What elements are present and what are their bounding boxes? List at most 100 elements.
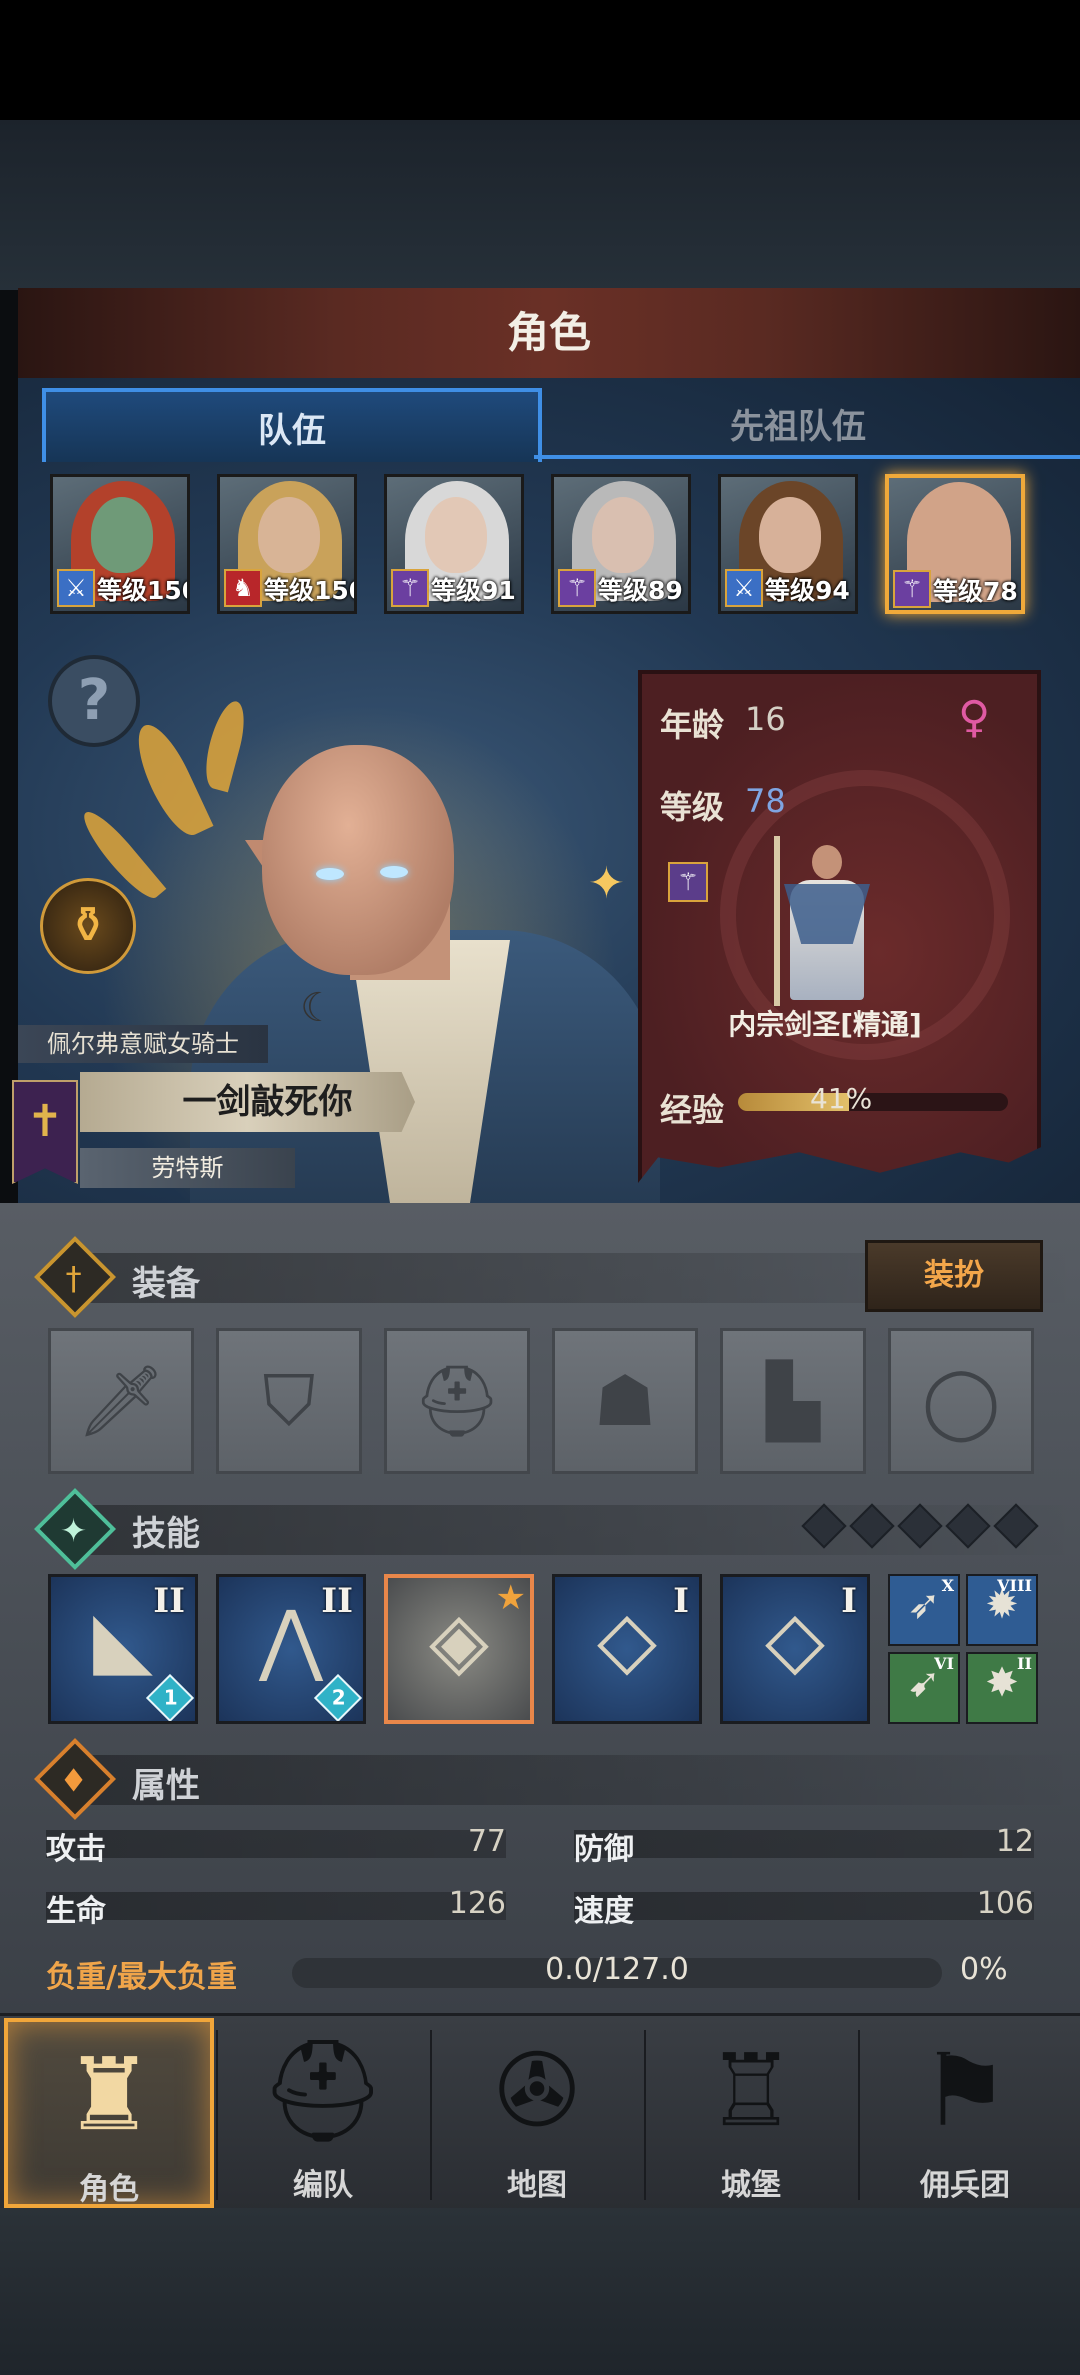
- passive-skill-1[interactable]: ➶ X: [888, 1574, 960, 1646]
- armor-icon: ☗: [593, 1360, 657, 1442]
- knight-spear: [774, 836, 780, 1006]
- compass-icon: ✇: [495, 2032, 579, 2149]
- passive-skill-2[interactable]: ✹ VIII: [966, 1574, 1038, 1646]
- female-icon: ♀: [958, 692, 991, 743]
- skill-slot-2[interactable]: ⋀ II 2: [216, 1574, 366, 1724]
- passive-skill-3[interactable]: ➹ VI: [888, 1652, 960, 1724]
- tab-underline: [534, 455, 1080, 459]
- skill-badge-number: 1: [163, 1685, 178, 1710]
- passive-skill-4[interactable]: ✸ II: [966, 1652, 1038, 1724]
- nav-castle[interactable]: ♖ 城堡: [646, 2018, 856, 2208]
- team-portrait-3[interactable]: ⚚ 等级91: [384, 474, 524, 614]
- equip-slot-shield[interactable]: ⛉: [216, 1328, 362, 1474]
- nav-character[interactable]: ♜ 角色: [4, 2018, 214, 2208]
- nav-map[interactable]: ✇ 地图: [432, 2018, 642, 2208]
- hero-sub-name: 劳特斯: [80, 1148, 295, 1188]
- stat-health-label: 生命: [46, 1894, 106, 1929]
- portrait-face: [258, 497, 320, 573]
- nav-label: 角色: [79, 2172, 139, 2207]
- star-icon: ★: [495, 1578, 526, 1618]
- exp-label: 经验: [660, 1091, 725, 1129]
- portrait-face: [91, 497, 153, 573]
- status-bar-area: [0, 0, 1080, 120]
- skill-slot-4[interactable]: ◇ I: [552, 1574, 702, 1724]
- tab-team[interactable]: 队伍: [42, 388, 542, 462]
- helmet-icon: ⛑: [259, 2032, 387, 2149]
- stat-speed-value: 106: [976, 1886, 1034, 1921]
- team-portrait-1[interactable]: ⚔ 等级150: [50, 474, 190, 614]
- age-value: 16: [745, 700, 786, 738]
- sword-icon: ⚔: [57, 569, 95, 607]
- hero-head: [262, 745, 454, 975]
- portrait-level: 等级150: [97, 576, 190, 605]
- hero-name: 一剑敲死你: [182, 1082, 353, 1122]
- team-portrait-6-selected[interactable]: ⚚ 等级78: [885, 474, 1025, 614]
- portrait-level: 等级150: [264, 576, 357, 605]
- upper-background: [0, 120, 1080, 290]
- skill-slot-3-selected[interactable]: ◈ ★: [384, 1574, 534, 1724]
- potion-button[interactable]: ⚱: [40, 878, 136, 974]
- nav-label: 编队: [293, 2168, 353, 2203]
- stat-defense-value: 12: [995, 1824, 1034, 1859]
- portrait-face: [759, 497, 821, 573]
- knight-icon: ♜: [64, 2036, 154, 2153]
- nav-label: 佣兵团: [920, 2168, 1010, 2203]
- portrait-level: 等级94: [765, 576, 850, 605]
- equipment-title: 装备: [132, 1264, 200, 1304]
- sword-icon: ⚔: [725, 569, 763, 607]
- exp-percent: 41%: [810, 1082, 873, 1115]
- stat-defense-label: 防御: [574, 1832, 634, 1867]
- skill-rank: I: [841, 1581, 857, 1621]
- skill-slot-5[interactable]: ◇ I: [720, 1574, 870, 1724]
- skill-rank: II: [153, 1581, 185, 1621]
- staff-icon: ⚚: [391, 569, 429, 607]
- sword-icon: 🗡: [76, 1360, 166, 1442]
- load-value: 0.0/127.0: [545, 1952, 689, 1987]
- ring-icon: ◯: [921, 1360, 1001, 1442]
- skill-rank: I: [673, 1581, 689, 1621]
- staff-icon: ⚚: [558, 569, 596, 607]
- skill-slot-1[interactable]: ◣ II 1: [48, 1574, 198, 1724]
- helmet-icon: ⛑: [412, 1360, 502, 1442]
- page-title: 角色: [506, 308, 591, 357]
- nav-label: 城堡: [721, 2168, 781, 2203]
- equip-slot-helmet[interactable]: ⛑: [384, 1328, 530, 1474]
- bottom-background: [0, 2208, 1080, 2375]
- hero-eye: [316, 868, 344, 880]
- potion-icon: ⚱: [67, 896, 109, 954]
- portrait-level: 等级91: [431, 576, 516, 605]
- hero-name-plate[interactable]: 一剑敲死你: [80, 1072, 415, 1132]
- nav-formation[interactable]: ⛑ 编队: [218, 2018, 428, 2208]
- class-staff-icon[interactable]: ⚚: [668, 862, 708, 902]
- skill-badge-number: 2: [331, 1685, 346, 1710]
- level-value: 78: [745, 782, 786, 820]
- header-bar: 角色: [18, 288, 1080, 381]
- skill-rank: X: [941, 1576, 954, 1595]
- tab-ancestor-team[interactable]: 先祖队伍: [538, 388, 1058, 458]
- load-percent: 0%: [960, 1952, 1008, 1987]
- equip-slot-boots[interactable]: ▙: [720, 1328, 866, 1474]
- sparkle-icon: ✦: [588, 858, 625, 909]
- stat-attack-label: 攻击: [46, 1832, 106, 1867]
- skill-title: 技能: [132, 1514, 200, 1554]
- stat-speed-label: 速度: [574, 1894, 634, 1929]
- guild-title: 佩尔弗意赋女骑士: [18, 1025, 268, 1063]
- equip-slot-weapon[interactable]: 🗡: [48, 1328, 194, 1474]
- outfit-button[interactable]: 装扮: [865, 1240, 1043, 1312]
- staff-icon: ⚚: [893, 570, 931, 608]
- portrait-level: 等级78: [933, 577, 1018, 606]
- class-figure-head: [812, 845, 842, 879]
- exp-bar: [738, 1093, 1008, 1111]
- equip-slot-ring[interactable]: ◯: [888, 1328, 1034, 1474]
- equip-slot-armor[interactable]: ☗: [552, 1328, 698, 1474]
- boots-icon: ▙: [766, 1360, 820, 1442]
- load-label: 负重/最大负重: [46, 1960, 237, 1995]
- age-label: 年龄: [660, 706, 725, 744]
- nav-mercenary[interactable]: ⚑ 佣兵团: [860, 2018, 1070, 2208]
- team-portrait-4[interactable]: ⚚ 等级89: [551, 474, 691, 614]
- team-portrait-2[interactable]: ♞ 等级150: [217, 474, 357, 614]
- portrait-face: [927, 498, 989, 574]
- stat-health-value: 126: [448, 1886, 506, 1921]
- team-portrait-5[interactable]: ⚔ 等级94: [718, 474, 858, 614]
- stat-attack-value: 77: [467, 1824, 506, 1859]
